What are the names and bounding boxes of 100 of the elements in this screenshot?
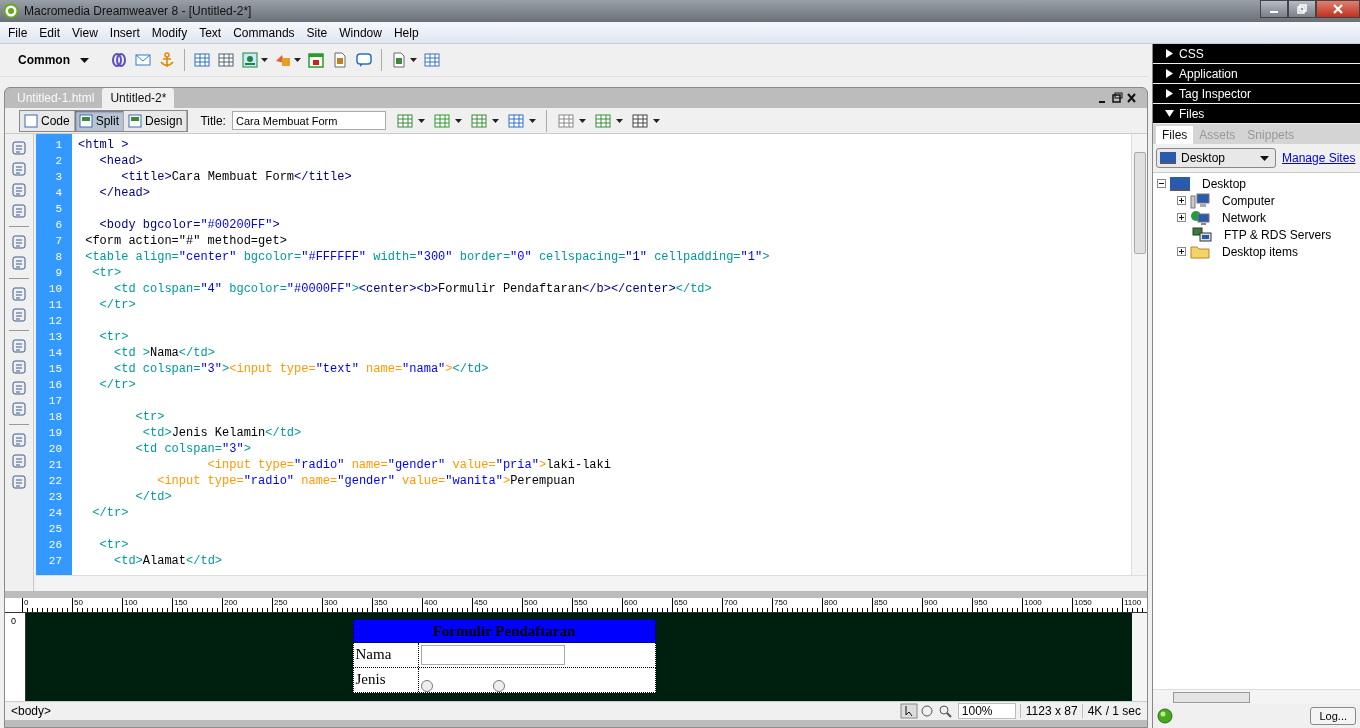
text-input[interactable] [420, 645, 565, 665]
calendar-icon[interactable] [307, 51, 325, 69]
horizontal-scrollbar[interactable] [36, 575, 1147, 591]
menu-item[interactable]: Site [300, 25, 334, 40]
site-dropdown[interactable]: Desktop [1156, 148, 1276, 168]
panel-group-header[interactable]: CSS [1153, 44, 1360, 63]
caret-icon[interactable] [410, 58, 417, 62]
view-button[interactable]: Code [20, 110, 75, 131]
code-line: </tr> [91, 505, 130, 521]
radio-button[interactable] [420, 680, 433, 692]
ruler-label: 1100 [1122, 598, 1143, 612]
anchor-icon[interactable] [158, 51, 176, 69]
radio-button[interactable] [492, 680, 505, 692]
menu-item[interactable]: View [66, 25, 104, 40]
table-heading: Formulir Pendaftaran [352, 619, 656, 643]
code-line: <table align="center" bgcolor="#FFFFFF" width="300" border="0" cellspacing="1" cellpadding="1"> [84, 249, 771, 265]
vertical-scrollbar[interactable] [1131, 134, 1147, 575]
table-icon[interactable] [193, 51, 211, 69]
code-line: <title>Cara Membuat Form</title> [120, 169, 353, 185]
tree-item[interactable]: Network [1222, 210, 1266, 225]
ruler-label: 150 [172, 598, 222, 612]
panel-group-header[interactable]: Tag Inspector [1153, 84, 1360, 103]
vertical-scrollbar[interactable] [1132, 613, 1147, 701]
zoom-dropdown[interactable]: 100% [957, 703, 1016, 719]
close-icon [1332, 4, 1344, 14]
code-line: <html > [78, 137, 130, 153]
window-controls-icon[interactable] [1097, 92, 1137, 104]
triangle-icon [1165, 109, 1174, 118]
design-tools-icon[interactable] [899, 703, 954, 719]
tree-item[interactable]: Desktop [1202, 176, 1247, 191]
ruler-label: 700 [722, 598, 772, 612]
caret-icon[interactable] [578, 118, 586, 123]
caret-icon[interactable] [294, 58, 301, 62]
line-number: 22 [47, 474, 63, 489]
caret-icon[interactable] [261, 58, 268, 62]
tree-item[interactable]: Computer [1222, 193, 1275, 208]
ruler-label: 400 [422, 598, 472, 612]
title-label: Title: [200, 113, 226, 128]
line-number: 4 [54, 186, 63, 201]
line-number: 20 [47, 442, 63, 457]
ruler-label: 50 [72, 598, 122, 612]
tag-selector[interactable]: <body> [11, 704, 52, 718]
code-line: <tr> [98, 537, 130, 553]
panel-group-header[interactable]: Application [1153, 64, 1360, 83]
window-size[interactable]: 1123 x 87 [1019, 704, 1078, 718]
title-field[interactable]: Cara Membuat Form [231, 111, 386, 130]
menu-item[interactable]: Text [193, 25, 228, 40]
triangle-icon [1165, 69, 1174, 78]
category-dropdown[interactable]: Common [0, 52, 110, 68]
close-button[interactable] [1316, 0, 1360, 18]
tree-item[interactable]: Desktop items [1222, 244, 1299, 259]
hyperlink-icon[interactable] [110, 51, 128, 69]
caret-icon[interactable] [417, 118, 425, 123]
window-title: Macromedia Dreamweaver 8 - [Untitled-2*] [24, 4, 252, 18]
menu-item[interactable]: File [2, 25, 34, 40]
line-number: 2 [54, 154, 63, 169]
caret-icon[interactable] [615, 118, 623, 123]
menu-item[interactable]: Insert [103, 25, 146, 40]
line-number: 12 [47, 314, 63, 329]
tree-item[interactable]: FTP & RDS Servers [1224, 227, 1332, 242]
image-icon[interactable] [241, 51, 259, 69]
view-button[interactable]: Design [124, 110, 188, 131]
ruler-label: 900 [922, 598, 972, 612]
email-link-icon[interactable] [134, 51, 152, 69]
menu-item[interactable]: Modify [145, 25, 194, 40]
restore-button[interactable] [1288, 0, 1316, 18]
document-tab[interactable]: Untitled-2* [102, 88, 175, 108]
code-line: <head> [98, 153, 144, 169]
ruler-label: 250 [272, 598, 322, 612]
code-line: <td>Alamat</td> [113, 553, 224, 569]
code-line: <td colspan="3"><input type="text" name="nama"></td> [113, 361, 490, 377]
manage-sites-link[interactable]: Manage Sites [1282, 151, 1356, 165]
panel-group-header[interactable]: Files [1153, 104, 1360, 123]
menu-item[interactable]: Window [333, 25, 388, 40]
line-number: 11 [47, 298, 63, 313]
menu-item[interactable]: Edit [33, 25, 67, 40]
server-icon [1191, 226, 1213, 243]
code-line: <td >Nama</td> [113, 345, 216, 361]
caret-icon[interactable] [528, 118, 536, 123]
ruler-label: 800 [822, 598, 872, 612]
view-button[interactable]: Split [74, 110, 125, 131]
code-line: <td colspan="4" bgcolor="#0000FF"><center><b>Formulir Pendaftaran</b></center></td> [113, 281, 713, 297]
menu-item[interactable]: Commands [227, 25, 301, 40]
log-button[interactable]: Log... [1310, 707, 1356, 725]
minimize-button[interactable] [1260, 0, 1288, 18]
ruler-label: 550 [572, 598, 622, 612]
table-cell: Jenis [353, 668, 419, 692]
triangle-icon [1165, 89, 1174, 98]
line-number: 3 [54, 170, 63, 185]
caret-icon[interactable] [454, 118, 462, 123]
collapse-icon[interactable] [1157, 179, 1166, 188]
ruler-label: 350 [372, 598, 422, 612]
ruler-label: 750 [772, 598, 822, 612]
panel-tab[interactable]: Files [1156, 126, 1194, 144]
caret-icon[interactable] [652, 118, 660, 123]
caret-icon[interactable] [491, 118, 499, 123]
desktop-icon [1159, 151, 1177, 165]
code-line: <input type="radio" name="gender" value="pria">laki-laki [206, 457, 612, 473]
horizontal-scrollbar[interactable] [1153, 689, 1360, 704]
menu-item[interactable]: Help [387, 25, 425, 40]
